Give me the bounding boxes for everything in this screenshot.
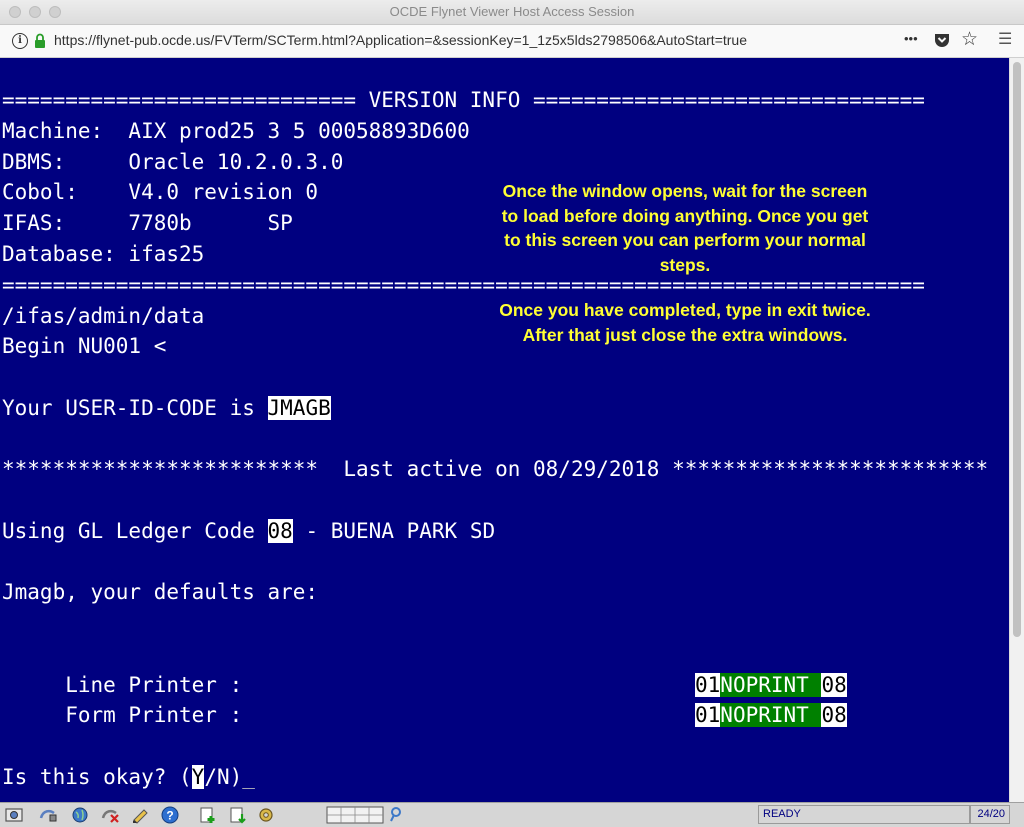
line-printer-fields: 01NOPRINT 08 xyxy=(695,671,847,699)
help-icon[interactable]: ? xyxy=(160,806,180,824)
prompt-cursor-field[interactable]: Y xyxy=(191,765,205,789)
ledger-label: Using GL Ledger Code xyxy=(2,519,268,543)
input-cursor[interactable]: _ xyxy=(242,765,255,789)
screenshot-icon[interactable] xyxy=(4,806,24,824)
form-printer-prefix-field[interactable]: 01 xyxy=(695,703,721,727)
instruction-note-2: Once you have completed, type in exit tw… xyxy=(462,298,908,347)
pocket-icon[interactable] xyxy=(933,32,951,49)
settings-icon[interactable] xyxy=(256,806,276,824)
bookmark-star-icon[interactable]: ☆ xyxy=(961,28,978,51)
host-keys-icon[interactable] xyxy=(326,806,386,824)
line-printer-name-field[interactable]: NOPRINT xyxy=(720,673,822,697)
globe-icon[interactable] xyxy=(70,806,90,824)
browser-toolbar: i https://flynet-pub.ocde.us/FVTerm/SCTe… xyxy=(0,25,1024,58)
prompt-label: Is this okay? ( xyxy=(2,765,192,789)
vertical-scrollbar[interactable] xyxy=(1009,58,1024,802)
window-title-bar: OCDE Flynet Viewer Host Access Session xyxy=(0,0,1024,25)
note1-line2: to load before doing anything. Once you … xyxy=(501,205,869,226)
note1-line3: to this screen you can perform your norm… xyxy=(504,230,866,250)
address-bar[interactable]: i https://flynet-pub.ocde.us/FVTerm/SCTe… xyxy=(6,29,988,53)
defaults-line: Jmagb, your defaults are: xyxy=(2,580,319,604)
form-printer-label: Form Printer : xyxy=(2,703,243,727)
line-printer-suffix-field[interactable]: 08 xyxy=(821,673,847,697)
ifas-line: IFAS: 7780b SP xyxy=(2,211,293,235)
svg-text:?: ? xyxy=(166,809,173,823)
download-icon[interactable] xyxy=(228,806,248,824)
last-active-line: ************************* Last active on… xyxy=(2,455,988,483)
window-title: OCDE Flynet Viewer Host Access Session xyxy=(389,4,635,19)
begin-line: Begin NU001 < xyxy=(2,334,167,358)
cobol-line: Cobol: V4.0 revision 0 xyxy=(2,180,319,204)
key-icon[interactable] xyxy=(388,806,404,824)
ledger-line: Using GL Ledger Code 08 - BUENA PARK SD xyxy=(2,517,495,545)
database-line: Database: ifas25 xyxy=(2,242,205,266)
connect-icon[interactable] xyxy=(38,806,58,824)
user-id-field[interactable]: JMAGB xyxy=(267,396,331,420)
emulator-status-bar: ? READY 24/20 xyxy=(0,802,1024,827)
note2-line1: Once you have completed, type in exit tw… xyxy=(499,300,871,320)
terminal-screen[interactable]: ============================ VERSION INF… xyxy=(0,58,1009,802)
user-id-label: Your USER-ID-CODE is xyxy=(2,396,268,420)
confirm-prompt-line: Is this okay? (Y/N)_ xyxy=(2,763,255,791)
note2-line2: After that just close the extra windows. xyxy=(522,324,848,345)
edit-icon[interactable] xyxy=(130,806,150,824)
disconnect-icon[interactable] xyxy=(100,806,120,824)
ledger-name: - BUENA PARK SD xyxy=(292,519,496,543)
prompt-options: /N) xyxy=(204,765,243,789)
page-actions-icon[interactable]: ••• xyxy=(904,31,918,46)
dbms-line: DBMS: Oracle 10.2.0.3.0 xyxy=(2,150,344,174)
form-printer-fields: 01NOPRINT 08 xyxy=(695,701,847,729)
ledger-code-field[interactable]: 08 xyxy=(267,519,293,543)
note1-line1: Once the window opens, wait for the scre… xyxy=(502,181,868,201)
stars-left: ************************* xyxy=(2,457,319,481)
url-text[interactable]: https://flynet-pub.ocde.us/FVTerm/SCTerm… xyxy=(54,32,747,48)
line-printer-prefix-field[interactable]: 01 xyxy=(695,673,721,697)
stars-right: ************************* xyxy=(672,457,989,481)
path-line: /ifas/admin/data xyxy=(2,304,205,328)
form-printer-name-field[interactable]: NOPRINT xyxy=(720,703,822,727)
machine-line: Machine: AIX prod25 3 5 00058893D600 xyxy=(2,119,470,143)
scrollbar-thumb[interactable] xyxy=(1013,62,1021,637)
line-printer-label: Line Printer : xyxy=(2,673,243,697)
instruction-note-1: Once the window opens, wait for the scre… xyxy=(462,179,908,277)
last-active-text: Last active on 08/29/2018 xyxy=(318,457,673,481)
new-session-icon[interactable] xyxy=(198,806,218,824)
form-printer-suffix-field[interactable]: 08 xyxy=(821,703,847,727)
cursor-position: 24/20 xyxy=(970,805,1010,824)
status-ready: READY xyxy=(758,805,970,824)
info-icon[interactable]: i xyxy=(12,33,28,49)
user-id-line: Your USER-ID-CODE is JMAGB xyxy=(2,394,331,422)
menu-icon[interactable]: ☰ xyxy=(998,29,1012,49)
version-header-line: ============================ VERSION INF… xyxy=(2,88,925,112)
note1-line4: steps. xyxy=(659,254,711,275)
lock-icon xyxy=(35,33,45,48)
